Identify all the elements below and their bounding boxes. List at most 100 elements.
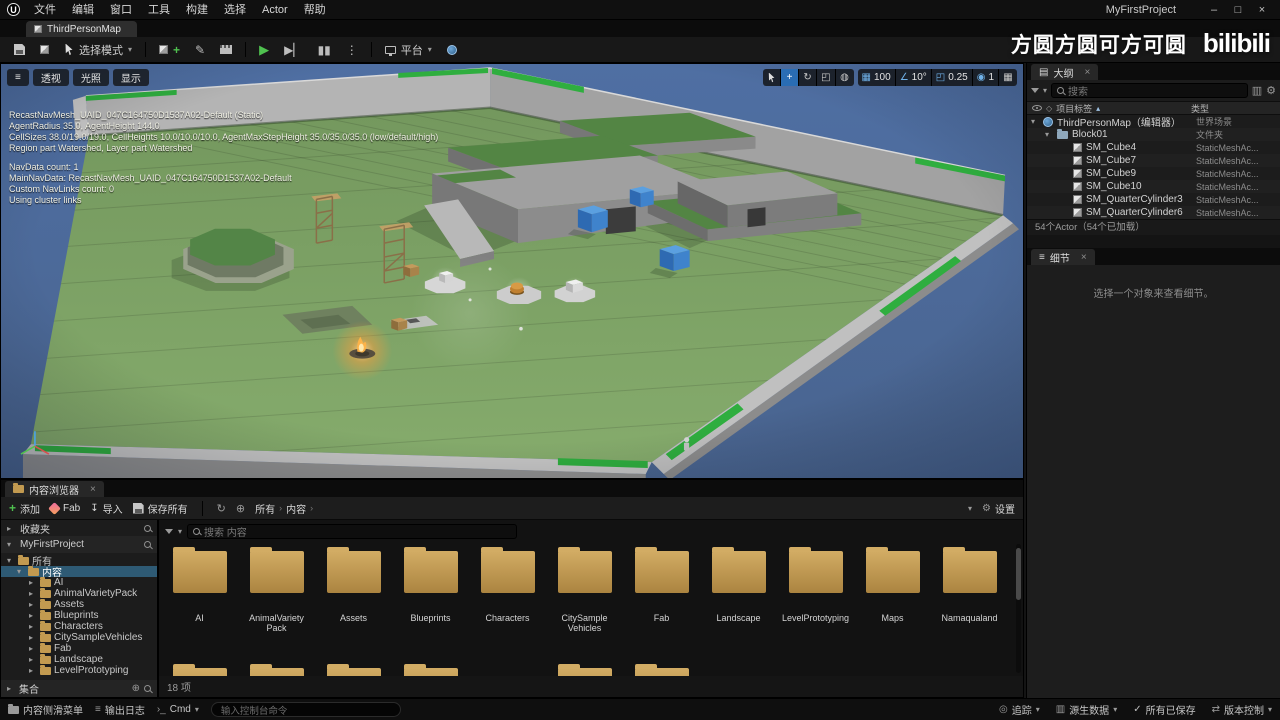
folder-tile-partial[interactable] [623, 659, 700, 676]
close-icon[interactable]: × [1081, 252, 1087, 263]
tree-item[interactable]: ▸ AnimalVarietyPack [1, 587, 157, 599]
breadcrumb-content[interactable]: 内容 [286, 501, 306, 516]
revision-control-button[interactable]: ⇄ 版本控制 ▾ [1212, 702, 1272, 717]
move-tool-icon[interactable]: + [781, 69, 800, 86]
add-actor-button[interactable]: + [153, 40, 186, 60]
minimize-icon[interactable]: – [1202, 1, 1226, 19]
outliner-row[interactable]: SM_Cube9 StaticMeshAc... [1027, 167, 1280, 180]
pin-icon[interactable]: ◇ [1046, 104, 1052, 113]
menu-select[interactable]: 选择 [216, 0, 254, 20]
breadcrumb-all[interactable]: 所有 [255, 501, 275, 516]
tree-item-all[interactable]: ▾ 所有 [1, 554, 157, 568]
close-icon[interactable]: × [90, 484, 96, 495]
folder-tile[interactable]: Assets [315, 542, 392, 633]
trace-button[interactable]: ◎ 追踪 ▾ [999, 702, 1040, 717]
blueprints-button[interactable]: ✎ [189, 40, 211, 60]
viewport-options-button[interactable]: ≡ [7, 69, 29, 86]
save-button[interactable] [8, 40, 31, 60]
browse-button[interactable] [34, 40, 55, 60]
search-icon[interactable] [144, 685, 151, 692]
save-all-button[interactable]: 保存所有 [132, 501, 188, 516]
cmd-dropdown[interactable]: ›_ Cmd ▾ [157, 704, 199, 715]
tree-item[interactable]: ▸ Assets [1, 598, 157, 610]
folder-tile[interactable]: LevelPrototyping [777, 542, 854, 633]
search-icon[interactable] [144, 541, 151, 548]
close-icon[interactable]: × [1250, 1, 1274, 19]
folder-tile-partial[interactable] [161, 659, 238, 676]
folder-tile-partial[interactable] [546, 659, 623, 676]
folder-tile[interactable]: Characters [469, 542, 546, 633]
folder-tile-partial[interactable] [315, 659, 392, 676]
play-button[interactable]: ▶ [253, 40, 275, 60]
filter-icon[interactable] [165, 528, 173, 534]
import-button[interactable]: ↧ 导入 [90, 501, 122, 516]
show-flags-button[interactable]: 显示 [112, 69, 149, 86]
chevron-down-icon[interactable]: ▾ [178, 527, 182, 536]
menu-file[interactable]: 文件 [26, 0, 64, 20]
tree-item-content[interactable]: ▾ 内容 [1, 565, 157, 579]
tab-details[interactable]: ≡ 细节 × [1031, 249, 1095, 265]
lit-mode-button[interactable]: 光照 [72, 69, 109, 86]
folder-tile[interactable]: Namaqualand [931, 542, 1008, 633]
project-section[interactable]: ▾ MyFirstProject [1, 536, 157, 553]
outliner-search-input[interactable]: 搜索 [1051, 83, 1248, 98]
scrollbar[interactable] [1016, 544, 1021, 673]
menu-help[interactable]: 帮助 [296, 0, 334, 20]
maximize-icon[interactable]: □ [1226, 1, 1250, 19]
cinematics-button[interactable] [214, 40, 238, 60]
grid-snap-toggle[interactable]: ▦ 100 [858, 69, 896, 86]
outliner-row-world[interactable]: ▾ ThirdPersonMap（编辑器） 世界场景 [1027, 115, 1280, 129]
collections-section[interactable]: ▸ 集合 ⊕ [1, 680, 157, 697]
rotate-tool-icon[interactable]: ↻ [799, 69, 818, 86]
add-collection-icon[interactable]: ⊕ [132, 683, 140, 694]
outliner-row[interactable]: SM_Cube7 StaticMeshAc... [1027, 154, 1280, 167]
add-button[interactable]: + 添加 [9, 501, 40, 516]
tree-item[interactable]: ▸ AI [1, 576, 157, 588]
scale-snap-toggle[interactable]: ◰ 0.25 [932, 69, 973, 86]
folder-tile[interactable]: Fab [623, 542, 700, 633]
select-tool-icon[interactable] [763, 69, 782, 86]
path-picker-icon[interactable]: ⊕ [236, 502, 245, 515]
select-mode-dropdown[interactable]: 选择模式 ▾ [58, 40, 138, 60]
outliner-row[interactable]: SM_Cube4 StaticMeshAc... [1027, 141, 1280, 154]
menu-actor[interactable]: Actor [254, 0, 296, 20]
folder-tile[interactable]: AnimalVariety Pack [238, 542, 315, 633]
derived-data-button[interactable]: ▥ 源生数据 ▾ [1056, 702, 1117, 717]
all-saved-status[interactable]: ✓ 所有已保存 [1133, 702, 1195, 717]
launch-button[interactable] [441, 40, 463, 60]
pause-button[interactable]: ▮▮ [312, 40, 337, 60]
play-options-button[interactable]: ⋮ [340, 40, 364, 60]
asset-search-input[interactable]: 搜索 内容 [187, 523, 518, 539]
content-drawer-button[interactable]: 内容侧滑菜单 [8, 702, 83, 717]
folder-tile[interactable]: Blueprints [392, 542, 469, 633]
outliner-columns-header[interactable]: ◇ 项目标签 ▴ 类型 [1027, 101, 1280, 115]
tree-item[interactable]: ▸ Landscape [1, 653, 157, 665]
tree-item[interactable]: ▸ LevelPrototyping [1, 664, 157, 676]
filter-icon[interactable] [1031, 88, 1039, 93]
sync-icon[interactable]: ↻ [217, 502, 226, 515]
view-options-icon[interactable]: ▥ [1252, 84, 1262, 97]
menu-edit[interactable]: 编辑 [64, 0, 102, 20]
folder-tile-partial[interactable] [238, 659, 315, 676]
tab-outliner[interactable]: ▤ 大纲 × [1031, 64, 1099, 80]
skip-button[interactable]: ▶▏ [278, 40, 308, 60]
tree-item[interactable]: ▸ CitySampleVehicles [1, 631, 157, 643]
outliner-row-folder[interactable]: ▾ Block01 文件夹 [1027, 128, 1280, 141]
outliner-row[interactable]: SM_QuarterCylinder6 StaticMeshAc... [1027, 206, 1280, 219]
console-command-input[interactable]: 输入控制台命令 [210, 702, 401, 717]
perspective-button[interactable]: 透视 [32, 69, 69, 86]
folder-tile[interactable]: Landscape [700, 542, 777, 633]
tree-item[interactable]: ▸ Fab [1, 642, 157, 654]
tab-thirdpersonmap[interactable]: ThirdPersonMap [26, 21, 137, 37]
chevron-down-icon[interactable]: ▾ [968, 504, 972, 513]
rotation-snap-toggle[interactable]: ∠ 10° [896, 69, 932, 86]
gear-icon[interactable]: ⚙ [1266, 84, 1276, 97]
scrollbar-thumb[interactable] [1016, 548, 1021, 600]
menu-build[interactable]: 构建 [178, 0, 216, 20]
viewport-layout-icon[interactable]: ▦ [999, 69, 1017, 86]
folder-tile[interactable]: Maps [854, 542, 931, 633]
viewport-3d[interactable]: ≡ 透视 光照 显示 + ↻ ◰ ◍ ▦ 100 ∠ 10° ◰ 0.25 ◉ 1 ▦ … [0, 63, 1024, 479]
favorites-section[interactable]: ▸ 收藏夹 [1, 520, 157, 536]
output-log-button[interactable]: ≡ 输出日志 [95, 702, 145, 717]
search-icon[interactable] [144, 524, 151, 532]
